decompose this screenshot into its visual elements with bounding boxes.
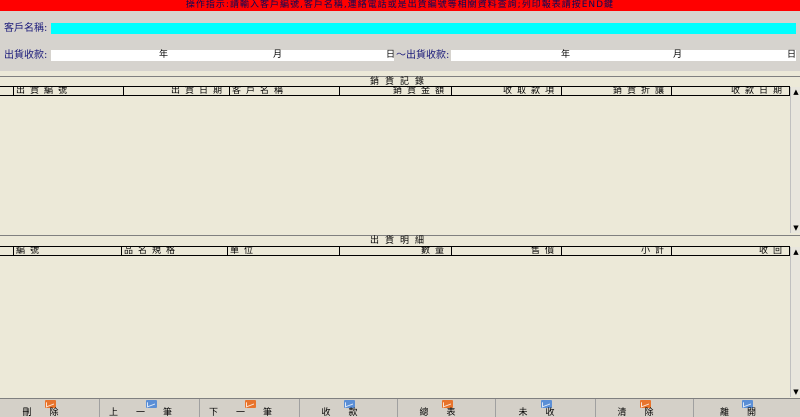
- sales-grid-header: 出貨編號 出貨日期 客戶名稱 銷貨金額 收取款項 銷貨折讓 收款日期: [0, 86, 790, 96]
- scroll-up-icon[interactable]: ▲: [791, 87, 800, 97]
- delete-label: 刪除: [22, 408, 77, 417]
- instruction-bar: 操作指示:請輸入客戶編號,客戶名稱,連絡電話或是出貨編號等相關資料查詢;列印報表…: [0, 0, 800, 11]
- row-indicator-header: [0, 247, 14, 256]
- delete-button[interactable]: 刪除: [0, 399, 100, 417]
- customer-name-label: 客戶名稱:: [4, 23, 48, 34]
- details-section-title: 出貨明細: [0, 235, 800, 246]
- mail-icon: [344, 400, 355, 408]
- row-indicator-header: [0, 87, 14, 96]
- day-label: 日: [787, 50, 797, 60]
- next-record-button[interactable]: 下一筆: [200, 399, 300, 417]
- col-header-sales-amount[interactable]: 銷貨金額: [340, 87, 452, 96]
- summary-report-label: 總表: [419, 408, 474, 417]
- unpaid-label: 未收: [518, 408, 573, 417]
- previous-record-button[interactable]: 上一筆: [100, 399, 200, 417]
- month-label: 月: [273, 50, 283, 60]
- col-header-price[interactable]: 售價: [452, 247, 562, 256]
- exit-label: 離開: [719, 408, 774, 417]
- mail-icon: [146, 400, 157, 408]
- details-grid-header: 編號 品名規格 單位 數量 售價 小計 收回: [0, 246, 790, 256]
- summary-report-button[interactable]: 總表: [398, 399, 496, 417]
- col-header-ship-no[interactable]: 出貨編號: [14, 87, 124, 96]
- day-label: 日: [386, 50, 396, 60]
- month-label: 月: [673, 50, 683, 60]
- col-header-unit[interactable]: 單位: [228, 247, 340, 256]
- ship-date-to-field[interactable]: 年 月 日: [451, 50, 796, 61]
- col-header-subtotal[interactable]: 小計: [562, 247, 672, 256]
- col-header-discount[interactable]: 銷貨折讓: [562, 87, 672, 96]
- year-label: 年: [561, 50, 571, 60]
- mail-icon: [245, 400, 256, 408]
- mail-icon: [541, 400, 552, 408]
- year-label: 年: [159, 50, 169, 60]
- previous-record-label: 上一筆: [108, 408, 190, 417]
- next-record-label: 下一筆: [208, 408, 290, 417]
- sales-section-title: 銷貨記錄: [0, 76, 800, 87]
- col-header-returned[interactable]: 收回: [672, 247, 790, 256]
- sales-grid-body[interactable]: [0, 96, 790, 233]
- col-header-customer-name[interactable]: 客戶名稱: [230, 87, 340, 96]
- col-header-pay-date[interactable]: 收款日期: [672, 87, 790, 96]
- clear-label: 清除: [617, 408, 672, 417]
- app-window: { "instruction": "操作指示:請輸入客戶編號,客戶名稱,連絡電話…: [0, 0, 800, 417]
- col-header-received[interactable]: 收取款項: [452, 87, 562, 96]
- mail-icon: [640, 400, 651, 408]
- receive-payment-button[interactable]: 收款: [300, 399, 398, 417]
- col-header-quantity[interactable]: 數量: [340, 247, 452, 256]
- exit-button[interactable]: 離開: [694, 399, 800, 417]
- ship-date-from-field[interactable]: 年 月 日: [51, 50, 396, 61]
- col-header-product-spec[interactable]: 品名規格: [122, 247, 228, 256]
- scroll-down-icon[interactable]: ▼: [791, 387, 800, 397]
- col-header-item-no[interactable]: 編號: [14, 247, 122, 256]
- scroll-up-icon[interactable]: ▲: [791, 247, 800, 257]
- clear-button[interactable]: 清除: [596, 399, 694, 417]
- ship-date-to-label: ～出貨收款:: [396, 50, 450, 61]
- mail-icon: [742, 400, 753, 408]
- bottom-toolbar: 刪除 上一筆 下一筆 收款 總表 未收 清除 離開: [0, 398, 800, 417]
- sales-scrollbar[interactable]: ▲ ▼: [790, 87, 800, 233]
- details-grid-body[interactable]: [0, 257, 790, 397]
- mail-icon: [442, 400, 453, 408]
- ship-date-from-label: 出貨收款:: [4, 50, 48, 61]
- mail-icon: [45, 400, 56, 408]
- unpaid-button[interactable]: 未收: [496, 399, 596, 417]
- scroll-down-icon[interactable]: ▼: [791, 223, 800, 233]
- customer-name-input[interactable]: [51, 23, 796, 34]
- receive-payment-label: 收款: [321, 408, 376, 417]
- details-scrollbar[interactable]: ▲ ▼: [790, 247, 800, 397]
- col-header-ship-date[interactable]: 出貨日期: [124, 87, 230, 96]
- filter-panel: 客戶名稱: 出貨收款: 年 月 日 ～出貨收款: 年 月 日: [0, 11, 800, 71]
